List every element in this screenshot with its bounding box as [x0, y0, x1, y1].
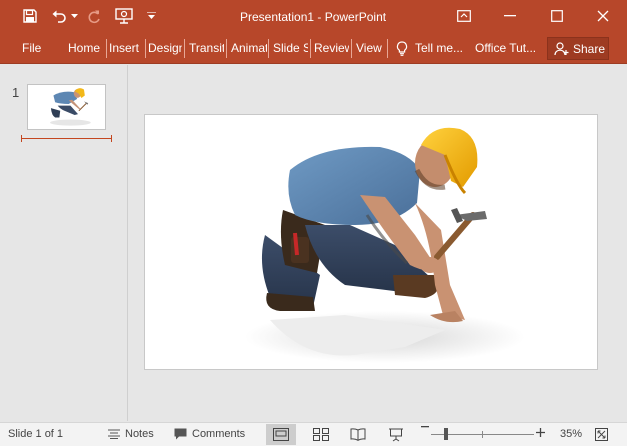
reading-view-icon[interactable] — [343, 424, 373, 445]
tab-view[interactable]: View — [356, 34, 386, 62]
minus-icon — [421, 426, 429, 428]
redo-icon[interactable] — [84, 5, 104, 27]
status-bar: Slide 1 of 1 Notes Comments 35% — [0, 422, 627, 446]
slide-number: 1 — [12, 85, 20, 100]
tab-insert[interactable]: Insert — [109, 34, 143, 62]
customize-qat-icon[interactable] — [144, 5, 158, 27]
tab-separator — [268, 39, 269, 58]
undo-icon[interactable] — [49, 5, 69, 27]
zoom-slider-thumb[interactable] — [444, 428, 448, 440]
zoom-out-button[interactable] — [421, 426, 429, 428]
slide-show-icon[interactable] — [381, 424, 411, 445]
worker-thumbnail-image — [50, 88, 91, 126]
tab-design[interactable]: Design — [148, 34, 182, 62]
tab-separator — [387, 39, 388, 58]
tab-animations[interactable]: Animations — [231, 34, 267, 62]
slide-canvas[interactable] — [144, 114, 598, 370]
tab-separator — [184, 39, 185, 58]
comment-icon — [174, 428, 187, 440]
slide-thumbnail-pane: 1 — [0, 65, 128, 421]
save-icon[interactable] — [20, 5, 40, 27]
tab-separator — [226, 39, 227, 58]
construction-worker-image[interactable] — [145, 115, 598, 370]
lightbulb-icon[interactable] — [396, 34, 412, 62]
start-from-beginning-icon[interactable] — [112, 5, 136, 27]
zoom-level[interactable]: 35% — [560, 428, 582, 440]
ribbon-tab-bar: File Home Insert Design Transitions Anim… — [0, 34, 627, 64]
comments-label: Comments — [192, 428, 246, 440]
notes-label: Notes — [125, 428, 154, 440]
tab-slide-show[interactable]: Slide Show — [273, 34, 308, 62]
normal-view-icon[interactable] — [266, 424, 296, 445]
tab-transitions[interactable]: Transitions — [189, 34, 224, 62]
close-icon[interactable] — [589, 4, 617, 28]
plus-icon — [536, 428, 545, 437]
tab-home[interactable]: Home — [68, 34, 105, 62]
slide-editing-area — [129, 65, 627, 421]
undo-dropdown-icon[interactable] — [69, 5, 79, 27]
tab-separator — [106, 39, 107, 58]
minimize-icon[interactable] — [496, 4, 524, 28]
notes-button[interactable]: Notes — [108, 428, 154, 440]
notes-icon — [108, 429, 120, 439]
slide-thumbnail[interactable] — [27, 84, 106, 130]
window-title: Presentation1 - PowerPoint — [240, 10, 387, 24]
tab-separator — [351, 39, 352, 58]
ribbon-display-options-icon[interactable] — [450, 4, 478, 28]
share-person-icon — [554, 41, 569, 56]
tell-me-search[interactable]: Tell me... — [415, 34, 467, 62]
share-label: Share — [573, 41, 606, 56]
fit-to-window-icon[interactable] — [588, 424, 614, 445]
tab-separator — [310, 39, 311, 58]
tab-file[interactable]: File — [22, 34, 46, 62]
comments-button[interactable]: Comments — [174, 428, 245, 440]
tab-review[interactable]: Review — [314, 34, 349, 62]
zoom-slider-center-tick — [482, 431, 483, 438]
tab-office-tutorials[interactable]: Office Tut... — [475, 34, 541, 62]
slide-insertion-marker — [21, 135, 112, 142]
slide-count-status[interactable]: Slide 1 of 1 — [8, 428, 63, 440]
title-bar: Presentation1 - PowerPoint — [0, 0, 627, 34]
slide-sorter-icon[interactable] — [306, 424, 336, 445]
tab-separator — [145, 39, 146, 58]
share-button[interactable]: Share — [547, 37, 609, 60]
maximize-icon[interactable] — [543, 4, 571, 28]
zoom-in-button[interactable] — [536, 428, 545, 437]
